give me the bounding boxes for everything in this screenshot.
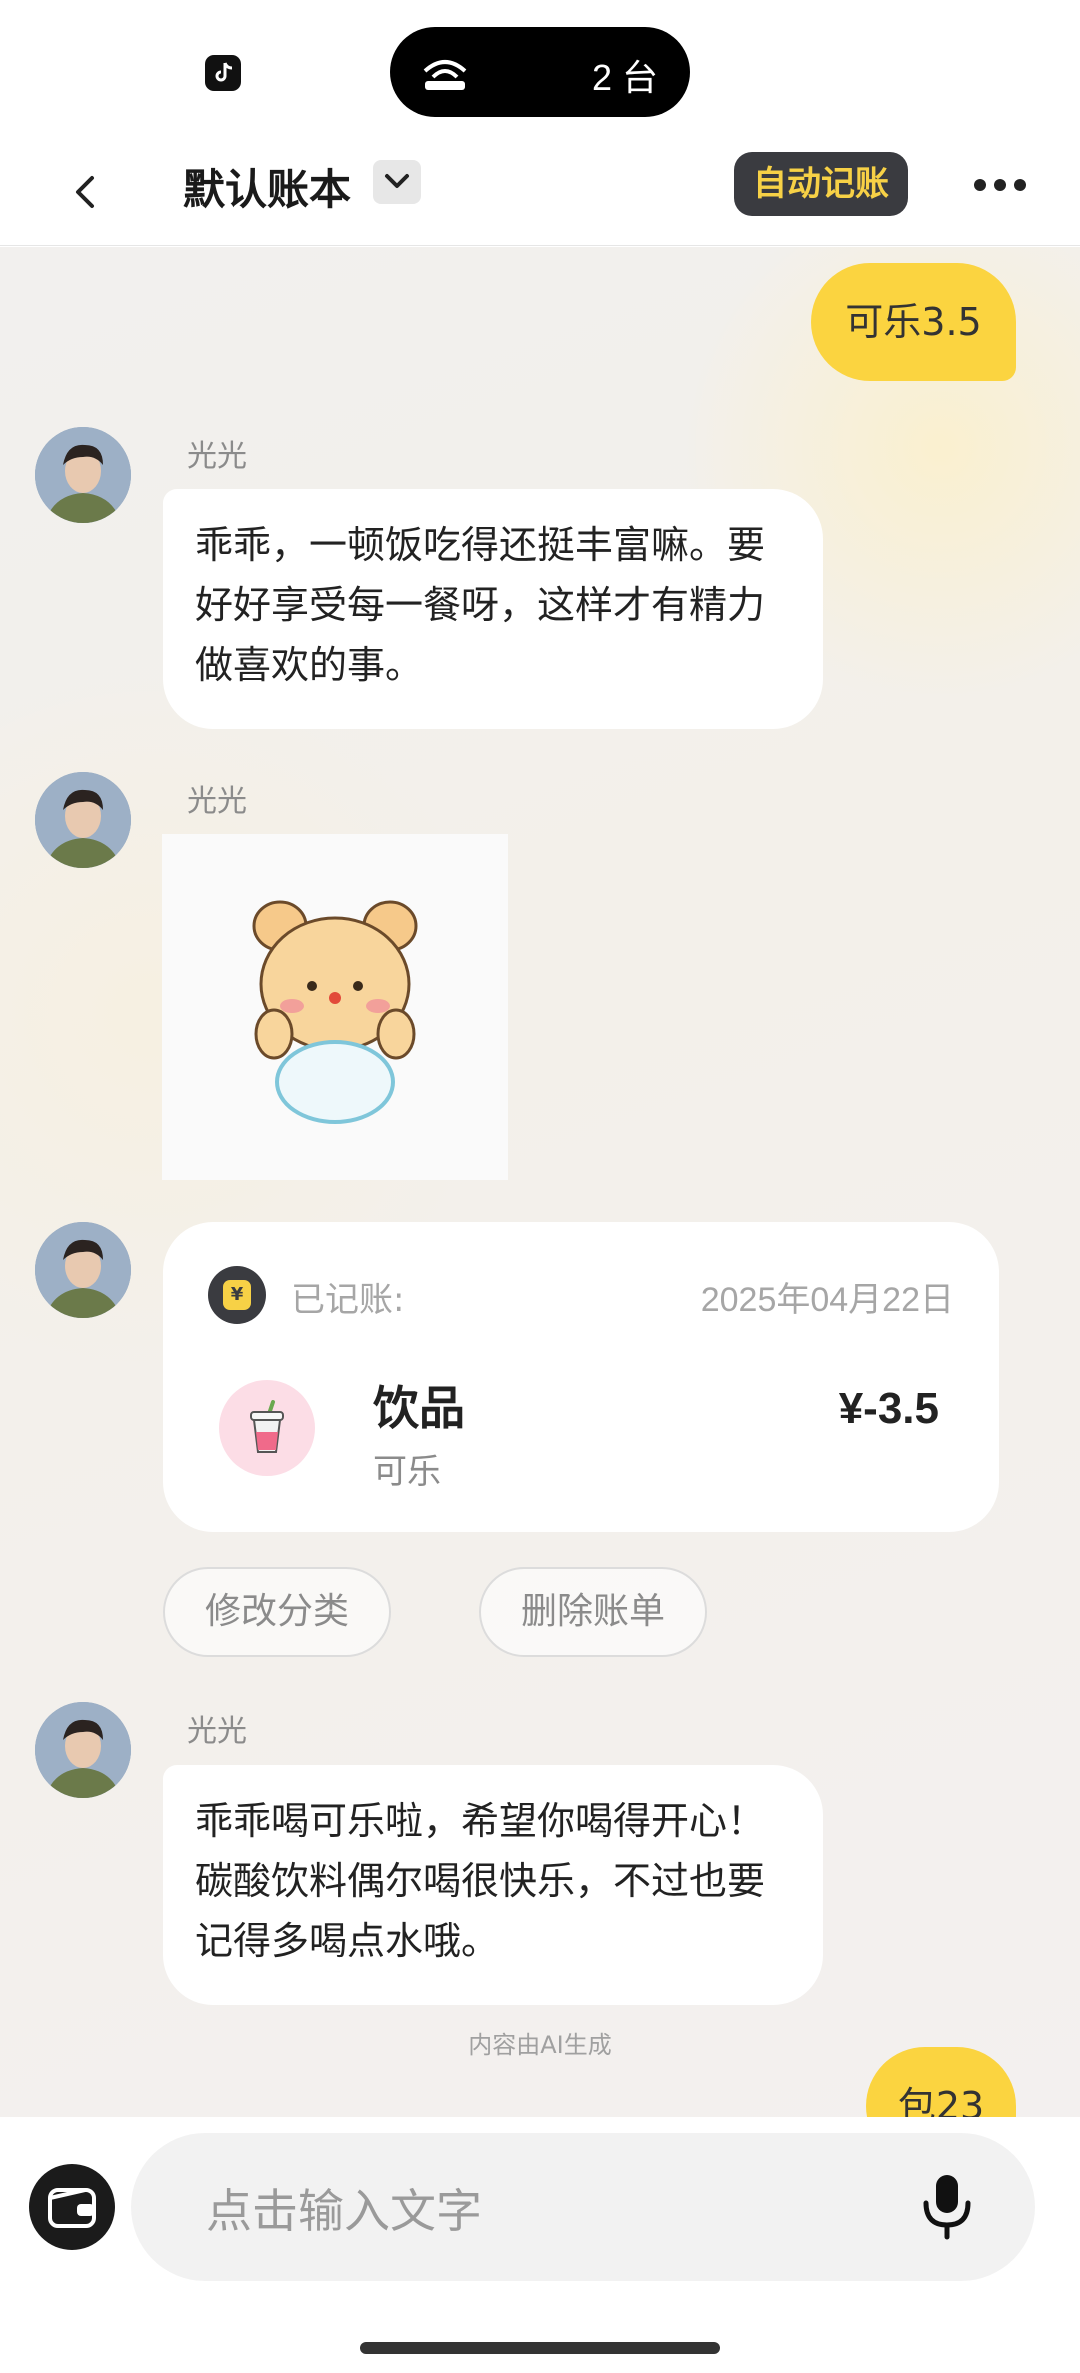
auto-bookkeeping-button[interactable]: 自动记账 — [734, 152, 908, 216]
back-icon[interactable] — [62, 160, 112, 222]
input-bar: 点击输入文字 — [0, 2117, 1080, 2373]
bot-message-text: 乖乖喝可乐啦，希望你喝得开心！碳酸饮料偶尔喝很快乐，不过也要记得多喝点水哦。 — [195, 1799, 766, 1963]
ledger-icon: ¥ — [208, 1266, 266, 1324]
wallet-icon[interactable] — [29, 2164, 115, 2250]
user-message-text: 包23 — [897, 2084, 985, 2117]
home-indicator — [360, 2342, 720, 2354]
status-bar: 2 台 — [0, 0, 1080, 140]
delete-bill-button[interactable]: 删除账单 — [479, 1567, 707, 1657]
cast-icon — [420, 51, 470, 95]
microphone-icon[interactable] — [921, 2173, 973, 2245]
tiktok-icon — [205, 55, 241, 91]
bot-message-text: 乖乖，一顿饭吃得还挺丰富嘛。要好好享受每一餐呀，这样才有精力做喜欢的事。 — [195, 523, 766, 687]
chevron-down-icon[interactable] — [373, 160, 421, 204]
bear-sticker[interactable] — [162, 834, 508, 1180]
dynamic-island[interactable]: 2 台 — [390, 27, 690, 117]
record-note: 可乐 — [373, 1452, 441, 1492]
avatar[interactable] — [35, 772, 131, 868]
avatar[interactable] — [35, 1222, 131, 1318]
input-placeholder: 点击输入文字 — [206, 2184, 482, 2238]
bot-message: 乖乖喝可乐啦，希望你喝得开心！碳酸饮料偶尔喝很快乐，不过也要记得多喝点水哦。 — [163, 1765, 823, 2005]
more-icon[interactable] — [972, 170, 1028, 200]
message-input[interactable]: 点击输入文字 — [131, 2133, 1035, 2281]
avatar[interactable] — [35, 427, 131, 523]
chat-area[interactable]: 可乐3.5 光光 乖乖，一顿饭吃得还挺丰富嘛。要好好享受每一餐呀，这样才有精力做… — [0, 247, 1080, 2117]
page-title[interactable]: 默认账本 — [183, 158, 351, 222]
record-status-label: 已记账: — [291, 1280, 405, 1320]
sender-name: 光光 — [187, 1714, 247, 1749]
sender-name: 光光 — [187, 439, 247, 474]
header: 默认账本 自动记账 — [0, 140, 1080, 246]
drink-cup-icon — [219, 1380, 315, 1476]
cast-count: 2 台 — [591, 57, 658, 98]
record-category: 饮品 — [373, 1381, 465, 1435]
user-message: 可乐3.5 — [811, 263, 1016, 381]
avatar[interactable] — [35, 1702, 131, 1798]
bookkeeping-record-card[interactable]: ¥ 已记账: 2025年04月22日 饮品 可乐 ¥-3.5 — [163, 1222, 999, 1532]
user-message-text: 可乐3.5 — [845, 300, 982, 344]
modify-category-button[interactable]: 修改分类 — [163, 1567, 391, 1657]
sender-name: 光光 — [187, 784, 247, 819]
bot-message: 乖乖，一顿饭吃得还挺丰富嘛。要好好享受每一餐呀，这样才有精力做喜欢的事。 — [163, 489, 823, 729]
record-amount: ¥-3.5 — [838, 1384, 939, 1433]
record-date: 2025年04月22日 — [700, 1281, 954, 1319]
